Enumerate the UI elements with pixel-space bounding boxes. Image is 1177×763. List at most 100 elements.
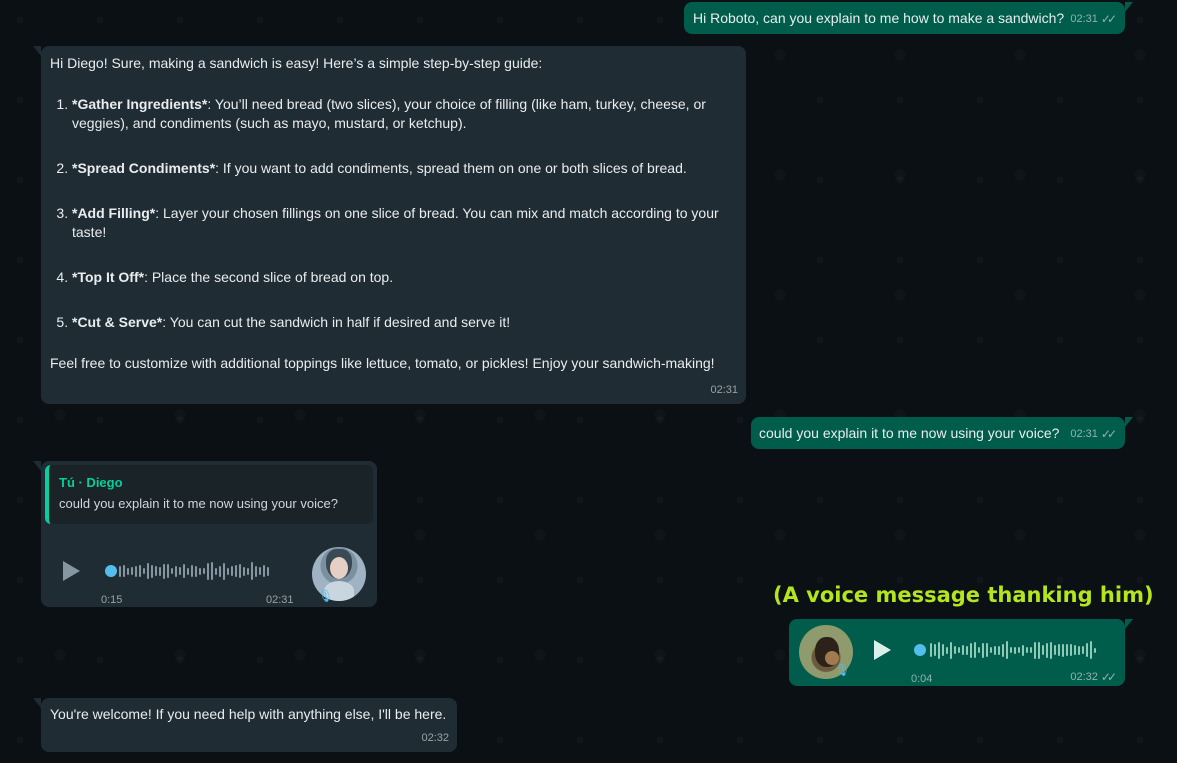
waveform-bar [1046,642,1048,658]
message-meta: 02:32 ✓✓ [1070,668,1117,687]
message-text: could you explain it to me now using you… [759,425,1060,441]
step-text: : You can cut the sandwich in half if de… [162,314,511,330]
double-check-icon: ✓✓ [1100,12,1117,26]
waveform-bar [1058,644,1060,656]
waveform-bar [255,565,257,577]
list-item: *Cut & Serve*: You can cut the sandwich … [72,313,737,332]
waveform-bar [950,641,952,659]
waveform-bar [179,567,181,575]
waveform-bar [215,567,217,575]
waveform-bar [1054,645,1056,655]
message-text: You're welcome! If you need help with an… [50,706,447,722]
play-icon[interactable] [874,640,891,660]
waveform-bar [1042,645,1044,655]
step-title: *Spread Condiments* [72,160,216,176]
message-meta: 02:32 [421,729,449,748]
waveform-bar [135,565,137,577]
waveform-bar [191,565,193,577]
incoming-voice-message-4[interactable]: Tú · Diego could you explain it to me no… [33,461,377,607]
waveform-bar [966,645,968,655]
waveform-bar [1030,647,1032,653]
waveform-bar [163,563,165,579]
waveform-bar [175,565,177,577]
waveform-bar [1094,647,1096,653]
outgoing-message-3[interactable]: could you explain it to me now using you… [751,417,1133,449]
quoted-message[interactable]: Tú · Diego could you explain it to me no… [45,465,373,524]
voice-progress-thumb[interactable] [105,565,117,577]
waveform-bar [954,646,956,654]
step-text: : Place the second slice of bread on top… [144,269,394,285]
waveform-bar [986,643,988,657]
waveform-bar [1034,641,1036,659]
outgoing-message-1[interactable]: Hi Roboto, can you explain to me how to … [684,2,1133,34]
list-item: *Add Filling*: Layer your chosen filling… [72,204,737,242]
waveform-bar [211,562,213,580]
waveform-bar [247,567,249,575]
waveform-bar [187,567,189,575]
waveform-bar [195,565,197,577]
waveform-bar [1066,644,1068,656]
incoming-message-6[interactable]: You're welcome! If you need help with an… [33,698,457,752]
message-time: 02:32 [1070,671,1098,683]
voice-player: 0:15 02:31 🎙 [61,547,371,606]
waveform-bar [938,641,940,659]
waveform-bar [227,567,229,575]
microphone-icon: 🎙 [835,663,851,677]
waveform-bar [1070,644,1072,656]
waveform-bar [219,565,221,577]
waveform-bar [974,642,976,658]
step-title: *Gather Ingredients* [72,96,208,112]
waveform-bar [263,565,265,577]
waveform-bar [942,644,944,656]
play-icon[interactable] [63,561,80,581]
waveform-bar [171,568,173,574]
waveform-bar [131,567,133,575]
waveform-bar [1062,643,1064,657]
waveform-bar [259,567,261,575]
waveform-bar [1090,641,1092,659]
waveform-bar [203,568,205,574]
incoming-message-2[interactable]: Hi Diego! Sure, making a sandwich is eas… [33,46,746,404]
waveform-bar [183,564,185,578]
message-meta: 02:31 ✓✓ [1070,425,1117,444]
waveform-bar [199,567,201,575]
waveform-bar [243,566,245,576]
quote-author: Tú · Diego [59,475,123,490]
waveform-bar [970,642,972,658]
waveform-bar [982,642,984,658]
waveform-bar [123,565,125,577]
list-item: *Spread Condiments*: If you want to add … [72,159,737,178]
waveform-bar [1074,645,1076,655]
waveform-bar [1010,647,1012,653]
waveform-bar [251,562,253,580]
double-check-icon: ✓✓ [1100,427,1117,441]
message-time: 02:31 [266,594,294,606]
double-check-icon: ✓✓ [1100,670,1117,684]
waveform-bar [143,568,145,574]
waveform-bar [930,643,932,657]
message-meta: 02:31 ✓✓ [1070,10,1117,29]
waveform-bar [990,647,992,653]
waveform-bar [159,566,161,576]
waveform-bar [167,564,169,578]
waveform-bar [994,645,996,655]
waveform-bar [958,647,960,653]
voice-progress-thumb[interactable] [914,644,926,656]
step-text: : Layer your chosen fillings on one slic… [72,205,719,240]
steps-list: *Gather Ingredients*: You’ll need bread … [50,95,737,332]
voice-waveform[interactable] [930,640,1096,660]
microphone-icon: 🎙 [318,589,334,603]
waveform-bar [978,647,980,653]
outgoing-voice-message-5[interactable]: 🎙 0:04 02:32 ✓✓ [789,619,1133,687]
waveform-bar [155,566,157,576]
voice-waveform[interactable] [119,561,269,581]
message-time: 02:32 [421,732,449,744]
waveform-bar [235,565,237,577]
waveform-bar [1026,647,1028,653]
waveform-bar [223,562,225,580]
message-time: 02:31 [1070,428,1098,440]
waveform-bar [962,645,964,655]
step-title: *Add Filling* [72,205,156,221]
step-title: *Cut & Serve* [72,314,163,330]
voice-duration: 0:04 [911,673,933,685]
